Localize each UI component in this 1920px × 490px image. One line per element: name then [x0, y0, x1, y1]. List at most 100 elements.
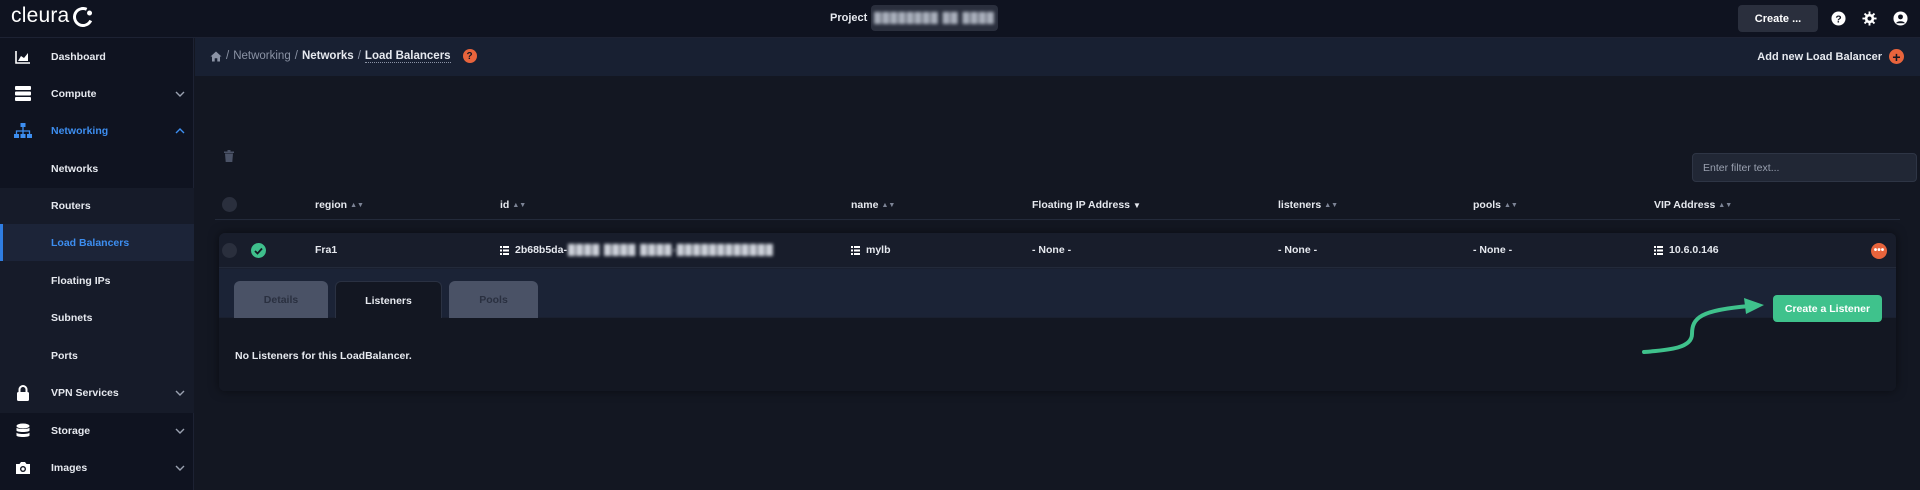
project-selector[interactable]: ████████ ██ ████ — [871, 5, 998, 31]
sidebar-item-routers[interactable]: Routers — [0, 187, 194, 224]
sidebar-item-subnets[interactable]: Subnets — [0, 299, 194, 336]
select-all-checkbox[interactable] — [222, 197, 237, 212]
column-header-region[interactable]: region ▲▼ — [315, 199, 364, 211]
sidebar-item-label: Networks — [51, 162, 99, 175]
sort-desc-icon: ▼ — [1133, 200, 1141, 210]
cleura-c-icon — [70, 3, 97, 30]
sidebar-nav: Dashboard Compute Networking Networks Ro… — [0, 38, 194, 490]
network-sitemap-icon — [14, 122, 32, 140]
brand-name: cleura — [11, 4, 70, 27]
column-header-floating-ip[interactable]: Floating IP Address ▼ — [1032, 199, 1141, 211]
create-listener-button[interactable]: Create a Listener — [1773, 295, 1882, 322]
cell-floating-ip: - None - — [1032, 244, 1072, 256]
column-header-pools[interactable]: pools ▲▼ — [1473, 199, 1518, 211]
sidebar-item-label: Load Balancers — [51, 236, 130, 249]
cell-region: Fra1 — [315, 244, 338, 256]
sidebar-item-label: Floating IPs — [51, 274, 111, 287]
tab-pools[interactable]: Pools — [449, 281, 538, 319]
sidebar-item-label: Subnets — [51, 311, 93, 324]
svg-text:?: ? — [1835, 14, 1841, 25]
sidebar-item-label: Dashboard — [51, 50, 106, 63]
breadcrumb-bar: / Networking / Networks / Load Balancers… — [195, 38, 1920, 76]
cell-listeners: - None - — [1278, 244, 1318, 256]
chart-area-icon — [14, 48, 32, 66]
server-icon — [14, 85, 32, 103]
database-icon — [14, 422, 32, 440]
main-content: / Networking / Networks / Load Balancers… — [195, 38, 1920, 490]
chevron-up-icon — [175, 127, 185, 133]
chevron-down-icon — [175, 91, 185, 97]
tab-details[interactable]: Details — [234, 281, 328, 319]
column-header-label: pools — [1473, 199, 1501, 211]
chevron-down-icon — [175, 465, 185, 471]
column-header-id[interactable]: id ▲▼ — [500, 199, 526, 211]
user-account-icon[interactable] — [1893, 11, 1908, 26]
cleura-logo[interactable]: cleura — [11, 3, 97, 30]
sidebar-item-storage[interactable]: Storage — [0, 412, 194, 449]
row-select-checkbox[interactable] — [222, 243, 237, 258]
sidebar-item-label: Routers — [51, 199, 91, 212]
sidebar-item-ports[interactable]: Ports — [0, 337, 194, 374]
project-label: Project — [830, 12, 868, 24]
chevron-down-icon — [175, 428, 185, 434]
column-header-vip-address[interactable]: VIP Address ▲▼ — [1654, 199, 1732, 211]
sidebar-item-floating-ips[interactable]: Floating IPs — [0, 262, 194, 299]
add-new-label: Add new Load Balancer — [1757, 50, 1882, 63]
help-question-icon[interactable]: ? — [462, 49, 477, 63]
column-header-label: region — [315, 199, 348, 211]
row-actions-more-icon[interactable]: ••• — [1871, 243, 1887, 259]
sort-icon: ▲▼ — [1324, 201, 1339, 209]
chevron-down-icon — [175, 390, 185, 396]
lock-icon — [14, 384, 32, 402]
column-header-label: id — [500, 199, 510, 211]
top-bar: cleura Project ████████ ██ ████ Create .… — [0, 0, 1920, 38]
sidebar-item-load-balancers[interactable]: Load Balancers — [0, 224, 194, 261]
sidebar-item-images[interactable]: Images — [0, 449, 194, 486]
column-header-listeners[interactable]: listeners ▲▼ — [1278, 199, 1338, 211]
breadcrumb-separator: / — [226, 50, 230, 62]
plus-circle-icon: + — [1889, 49, 1904, 64]
cell-id[interactable]: 2b68b5da- ████ ████ ████-████████████ — [500, 244, 774, 256]
trash-icon[interactable] — [224, 150, 234, 162]
sidebar-item-compute[interactable]: Compute — [0, 75, 194, 112]
name-value: mylb — [866, 244, 891, 256]
sort-icon: ▲▼ — [881, 201, 896, 209]
sort-icon: ▲▼ — [350, 201, 364, 209]
annotation-arrow-icon — [1642, 298, 1764, 354]
camera-icon — [14, 459, 32, 477]
breadcrumb-separator: / — [294, 50, 298, 62]
sidebar-item-networks[interactable]: Networks — [0, 150, 194, 187]
column-header-name[interactable]: name ▲▼ — [851, 199, 895, 211]
cell-pools: - None - — [1473, 244, 1513, 256]
id-redacted: ████ ████ ████-████████████ — [567, 244, 774, 256]
sort-icon: ▲▼ — [1504, 201, 1518, 209]
breadcrumb: / Networking / Networks / Load Balancers… — [210, 49, 477, 63]
sidebar-item-label: Ports — [51, 349, 78, 362]
table-row[interactable]: Fra1 2b68b5da- ████ ████ ████-███████████… — [219, 233, 1896, 268]
home-icon[interactable] — [210, 51, 222, 62]
breadcrumb-separator: / — [357, 50, 361, 62]
column-header-label: listeners — [1278, 199, 1322, 211]
vip-value: 10.6.0.146 — [1669, 244, 1719, 256]
sidebar-item-dashboard[interactable]: Dashboard — [0, 38, 194, 75]
breadcrumb-networks[interactable]: Networks — [302, 50, 354, 62]
cell-vip-address[interactable]: 10.6.0.146 — [1654, 244, 1719, 256]
sort-icon: ▲▼ — [1718, 201, 1733, 209]
table-list-icon — [851, 245, 860, 255]
tab-listeners[interactable]: Listeners — [335, 281, 442, 319]
sidebar-item-vpn-services[interactable]: VPN Services — [0, 374, 194, 411]
create-menu-button[interactable]: Create ... — [1738, 5, 1818, 32]
breadcrumb-load-balancers: Load Balancers — [364, 49, 451, 63]
column-header-label: Floating IP Address — [1032, 199, 1131, 211]
breadcrumb-networking[interactable]: Networking — [233, 50, 291, 62]
add-new-load-balancer-button[interactable]: Add new Load Balancer + — [1757, 49, 1904, 64]
settings-gear-icon[interactable] — [1862, 11, 1877, 26]
help-icon[interactable]: ? — [1831, 11, 1846, 26]
sidebar-item-label: Compute — [51, 87, 97, 100]
cell-name[interactable]: mylb — [851, 244, 891, 256]
sidebar-item-label: Images — [51, 461, 88, 474]
table-list-icon — [500, 245, 509, 255]
sidebar-item-networking[interactable]: Networking — [0, 112, 194, 149]
filter-input[interactable] — [1692, 153, 1917, 182]
id-visible: 2b68b5da- — [515, 244, 567, 256]
